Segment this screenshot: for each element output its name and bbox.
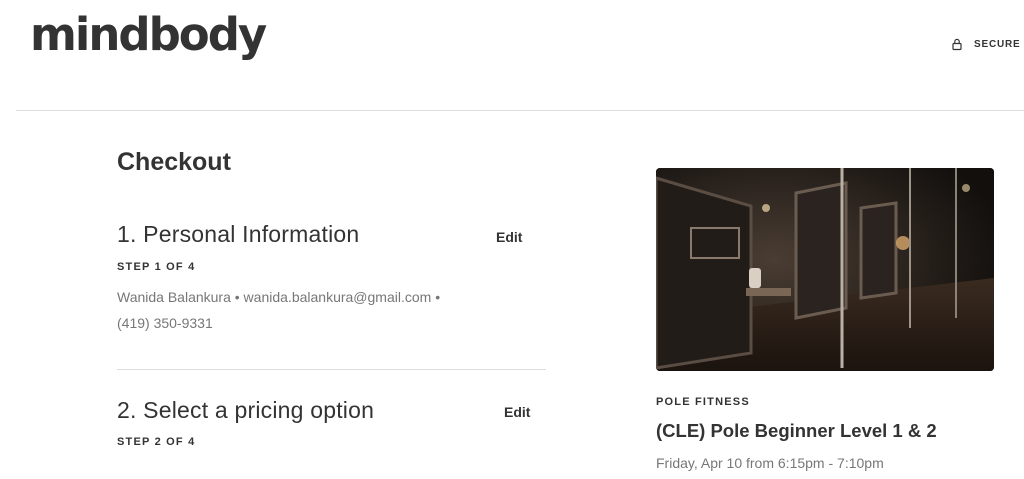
personal-info-phone: (419) 350-9331 (117, 315, 213, 331)
class-studio-image (656, 168, 994, 371)
page-title: Checkout (117, 148, 231, 176)
secure-checkout-indicator: SECURE C (950, 37, 1024, 51)
step-personal-information-title: 1. Personal Information (117, 221, 360, 247)
secure-label: SECURE C (974, 38, 1024, 50)
step-1-indicator: STEP 1 OF 4 (117, 261, 196, 273)
mindbody-logo[interactable]: mindbody (30, 8, 267, 62)
step-2-indicator: STEP 2 OF 4 (117, 436, 196, 448)
personal-info-name-email: Wanida Balankura • wanida.balankura@gmai… (117, 289, 441, 305)
header-divider (16, 110, 1024, 111)
lock-icon (950, 37, 964, 51)
class-category: POLE FITNESS (656, 396, 750, 408)
edit-pricing-option-button[interactable]: Edit (504, 404, 530, 420)
step-divider (117, 369, 546, 370)
step-pricing-option-title: 2. Select a pricing option (117, 397, 375, 423)
class-name: (CLE) Pole Beginner Level 1 & 2 (656, 420, 937, 441)
class-time: Friday, Apr 10 from 6:15pm - 7:10pm (656, 455, 884, 471)
edit-personal-information-button[interactable]: Edit (496, 229, 522, 245)
